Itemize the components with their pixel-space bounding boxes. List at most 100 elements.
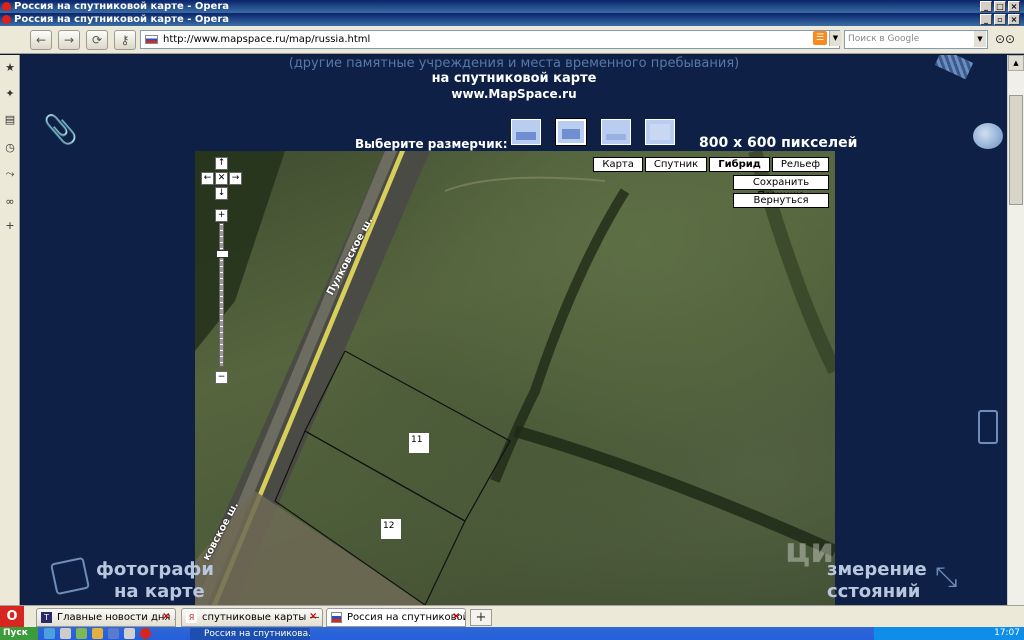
taskbar-window-label: Россия на спутникова... bbox=[204, 629, 310, 639]
quicklaunch-icon[interactable] bbox=[76, 628, 87, 639]
window-title: Россия на спутниковой карте - Opera bbox=[14, 1, 230, 12]
pan-right-button[interactable]: → bbox=[229, 172, 242, 185]
mobile-device-icon[interactable] bbox=[978, 410, 998, 444]
russia-flag-icon bbox=[145, 35, 158, 44]
close-button[interactable]: × bbox=[1008, 1, 1020, 12]
page-subtitle: (другие памятные учреждения и места врем… bbox=[288, 56, 740, 71]
scroll-thumb[interactable] bbox=[1009, 95, 1023, 205]
document-title-bar: Россия на спутниковой карте - Opera _ ▫ … bbox=[0, 13, 1024, 26]
size-option-large[interactable] bbox=[601, 119, 631, 145]
address-bar[interactable]: http://www.mapspace.ru/map/russia.html bbox=[140, 30, 840, 49]
search-dropdown-button[interactable]: ▼ bbox=[974, 31, 986, 47]
map-type-relief[interactable]: Рельеф bbox=[771, 157, 829, 172]
zoom-slider-thumb[interactable] bbox=[216, 250, 229, 258]
size-option-small[interactable] bbox=[511, 119, 541, 145]
return-button[interactable]: Вернуться bbox=[733, 193, 829, 208]
tab-close-icon[interactable]: × bbox=[452, 612, 462, 622]
tab-yandex[interactable]: Я спутниковые карты — ... × bbox=[181, 608, 323, 627]
new-tab-button[interactable]: + bbox=[470, 609, 492, 626]
address-url: http://www.mapspace.ru/map/russia.html bbox=[163, 34, 371, 45]
pan-up-button[interactable]: ↑ bbox=[215, 157, 228, 170]
pan-center-button[interactable]: ✕ bbox=[215, 172, 228, 185]
notes-icon[interactable]: ▤ bbox=[3, 113, 17, 127]
size-option-medium[interactable] bbox=[555, 118, 587, 146]
maximize-button[interactable]: □ bbox=[994, 1, 1006, 12]
size-option-xlarge[interactable] bbox=[645, 119, 675, 145]
satellite-map[interactable]: ↑ ← ✕ → ↓ + − Карта Спутник Гибрид Релье… bbox=[195, 151, 835, 605]
back-button[interactable]: ← bbox=[30, 30, 52, 50]
doc-close-button[interactable]: × bbox=[1008, 14, 1020, 25]
transfers-icon[interactable]: ⤳ bbox=[3, 167, 17, 181]
quicklaunch-ie-icon[interactable] bbox=[44, 628, 55, 639]
photos-link-line1: фотографи bbox=[96, 559, 214, 580]
rss-feed-icon[interactable]: ☰ bbox=[813, 31, 827, 45]
distance-measure-link[interactable]: змерение сстояний bbox=[827, 559, 927, 603]
pan-left-button[interactable]: ← bbox=[201, 172, 214, 185]
search-input[interactable]: Поиск в Google bbox=[844, 30, 988, 49]
forward-button[interactable]: → bbox=[58, 30, 80, 50]
map-type-hybrid[interactable]: Гибрид bbox=[709, 157, 770, 172]
reload-button[interactable]: ⟳ bbox=[86, 30, 108, 50]
zoom-in-button[interactable]: + bbox=[215, 209, 228, 222]
history-icon[interactable]: ◷ bbox=[3, 141, 17, 155]
links-icon[interactable]: ∞ bbox=[3, 195, 17, 209]
minimize-button[interactable]: _ bbox=[980, 1, 992, 12]
quicklaunch-opera-icon[interactable] bbox=[140, 628, 151, 639]
measure-link-line1: змерение bbox=[827, 559, 927, 580]
quicklaunch-icon[interactable] bbox=[92, 628, 103, 639]
photos-on-map-link[interactable]: фотографи на карте bbox=[96, 559, 214, 603]
photos-link-line2: на карте bbox=[114, 581, 205, 602]
quicklaunch-icon[interactable] bbox=[108, 628, 119, 639]
quicklaunch-icon[interactable] bbox=[124, 628, 135, 639]
tab-russia-label: Россия на спутниковой... bbox=[347, 612, 466, 623]
page-heading: на спутниковой карте bbox=[431, 71, 597, 86]
window-title-bar: Россия на спутниковой карте - Opera _ □ … bbox=[0, 0, 1024, 13]
russia-flag-icon bbox=[331, 612, 342, 623]
map-type-selector: Карта Спутник Гибрид Рельеф bbox=[593, 157, 829, 172]
opera-logo-icon bbox=[2, 2, 11, 11]
opera-logo-icon bbox=[2, 15, 11, 24]
search-placeholder: Поиск в Google bbox=[848, 34, 920, 44]
window-controls: _ □ × bbox=[980, 1, 1020, 12]
add-panel-icon[interactable]: + bbox=[3, 219, 17, 233]
tab-bar: O T Главные новости дня ... × Я спутнико… bbox=[0, 605, 1024, 628]
address-dropdown-button[interactable]: ▼ bbox=[829, 31, 841, 46]
plot-marker-12[interactable]: 12 bbox=[381, 519, 401, 539]
measure-link-line2: сстояний bbox=[827, 581, 921, 602]
save-position-button[interactable]: Сохранить Позицию bbox=[733, 175, 829, 201]
start-button[interactable]: Пуск bbox=[0, 627, 38, 640]
rss-globe-icon[interactable] bbox=[973, 123, 1003, 149]
pan-down-button[interactable]: ↓ bbox=[215, 187, 228, 200]
site-link[interactable]: www.MapSpace.ru bbox=[21, 87, 1007, 101]
map-type-satellite[interactable]: Спутник bbox=[644, 157, 708, 172]
tab-close-icon[interactable]: × bbox=[309, 612, 319, 622]
plot-marker-11[interactable]: 11 bbox=[409, 433, 429, 453]
quicklaunch-icon[interactable] bbox=[60, 628, 71, 639]
scroll-up-button[interactable]: ▲ bbox=[1008, 55, 1024, 71]
tab-russia-map[interactable]: Россия на спутниковой... × bbox=[326, 608, 466, 627]
windows-taskbar: Пуск Россия на спутникова... 17:07 bbox=[0, 627, 1024, 640]
camera-icon[interactable] bbox=[50, 556, 90, 596]
opera-menu-button[interactable]: O bbox=[0, 606, 24, 628]
paperclip-icon[interactable]: 📎 bbox=[43, 113, 78, 149]
tab-news-label: Главные новости дня ... bbox=[57, 612, 176, 623]
web-page: (другие памятные учреждения и места врем… bbox=[21, 55, 1007, 605]
binoculars-icon[interactable]: ⊙⊙ bbox=[994, 33, 1016, 46]
browser-toolbar: ← → ⟳ ⚷ http://www.mapspace.ru/map/russi… bbox=[0, 26, 1024, 54]
zoom-out-button[interactable]: − bbox=[215, 371, 228, 384]
taskbar-opera-window[interactable]: Россия на спутникова... bbox=[190, 628, 310, 640]
wand-button[interactable]: ⚷ bbox=[114, 30, 136, 50]
map-type-map[interactable]: Карта bbox=[593, 157, 643, 172]
zoom-slider[interactable] bbox=[219, 223, 224, 367]
size-selector-label: Выберите размерчик: bbox=[355, 137, 508, 151]
document-title: Россия на спутниковой карте - Opera bbox=[14, 14, 230, 25]
doc-minimize-button[interactable]: _ bbox=[980, 14, 992, 25]
doc-restore-button[interactable]: ▫ bbox=[994, 14, 1006, 25]
tab-close-icon[interactable]: × bbox=[162, 612, 172, 622]
widgets-icon[interactable]: ✦ bbox=[3, 87, 17, 101]
bookmarks-icon[interactable]: ★ bbox=[3, 61, 17, 75]
selected-size-value: 800 x 600 пикселей bbox=[699, 135, 858, 151]
ruler-icon[interactable]: ⤡ bbox=[935, 560, 965, 596]
page-scrollbar[interactable]: ▲ bbox=[1007, 55, 1024, 605]
tab-news[interactable]: T Главные новости дня ... × bbox=[36, 608, 176, 627]
